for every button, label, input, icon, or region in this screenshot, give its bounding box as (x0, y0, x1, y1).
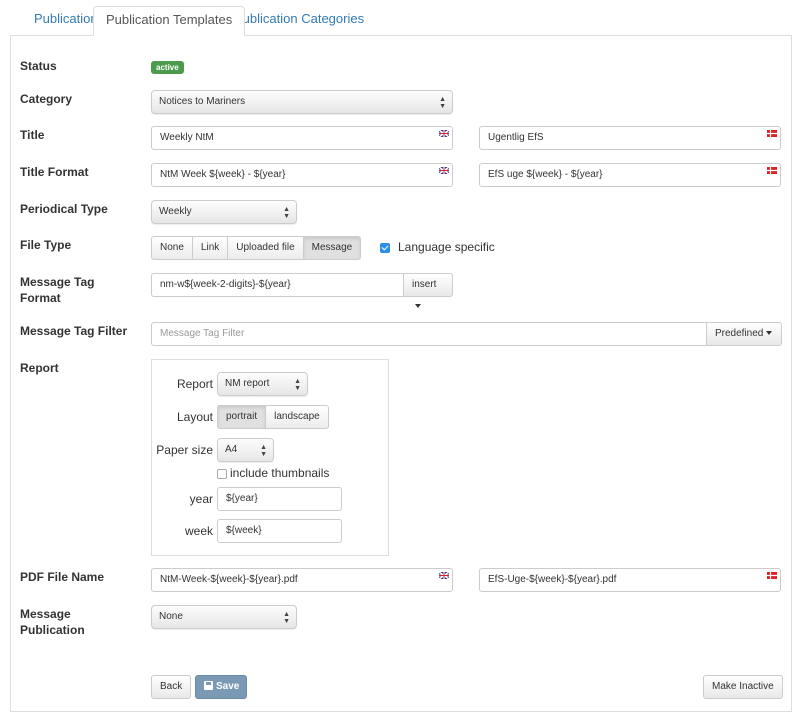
message-tag-format-label-line2: Format (20, 291, 61, 305)
week-label: week (184, 524, 213, 538)
make-inactive-button[interactable]: Make Inactive (703, 675, 783, 699)
title-format-da-value: EfS uge ${week} - ${year} (488, 169, 603, 180)
insert-label: insert (412, 279, 437, 290)
message-tag-filter-placeholder: Message Tag Filter (160, 328, 245, 339)
file-type-uploaded-file-button[interactable]: Uploaded file (227, 236, 304, 260)
uk-flag-icon (439, 167, 449, 174)
message-publication-value: None (159, 611, 183, 622)
message-tag-filter-label: Message Tag Filter (20, 324, 128, 338)
message-publication-label-line2: Publication (20, 623, 85, 637)
select-arrows-icon: ▲ ▼ (283, 206, 290, 220)
file-type-message-button[interactable]: Message (302, 236, 362, 260)
include-thumbnails-label: include thumbnails (230, 466, 330, 480)
file-type-link-button[interactable]: Link (191, 236, 229, 260)
periodical-type-label: Periodical Type (20, 202, 108, 216)
paper-size-value: A4 (225, 444, 238, 455)
tab-publication-templates[interactable]: Publication Templates (93, 6, 246, 36)
title-format-da-input[interactable]: EfS uge ${week} - ${year} (479, 163, 781, 187)
title-format-label: Title Format (20, 165, 89, 179)
message-publication-select[interactable]: None ▲ ▼ (151, 605, 297, 629)
status-badge: active (151, 61, 184, 74)
year-value: ${year} (226, 493, 258, 504)
title-en-input[interactable]: Weekly NtM (151, 126, 453, 150)
title-format-en-input[interactable]: NtM Week ${week} - ${year} (151, 163, 453, 187)
week-input[interactable]: ${week} (217, 519, 342, 543)
select-arrows-icon: ▲ ▼ (439, 96, 446, 110)
uk-flag-icon (439, 572, 449, 579)
status-label: Status (20, 59, 57, 73)
back-button[interactable]: Back (151, 675, 192, 699)
report-value: NM report (225, 378, 270, 389)
uk-flag-icon (439, 130, 449, 137)
predefined-dropdown-button[interactable]: Predefined (706, 322, 782, 346)
message-tag-format-label-line1: Message Tag (20, 275, 95, 289)
message-tag-format-input[interactable]: nm-w${week-2-digits}-${year} (151, 273, 404, 297)
report-select[interactable]: NM report ▲ ▼ (217, 372, 308, 396)
tab-publication-categories[interactable]: Publication Categories (222, 6, 376, 36)
danish-flag-icon (767, 167, 777, 174)
paper-size-label: Paper size (156, 443, 213, 457)
layout-portrait-button[interactable]: portrait (217, 405, 267, 429)
pdf-file-name-en-value: NtM-Week-${week}-${year}.pdf (160, 574, 298, 585)
select-arrows-icon: ▲ ▼ (260, 444, 267, 458)
report-section-label: Report (20, 361, 59, 375)
file-type-button-group: None Link Uploaded file Message (151, 236, 362, 260)
floppy-disk-icon (204, 681, 213, 690)
title-da-value: Ugentlig EfS (488, 132, 544, 143)
category-label: Category (20, 92, 73, 106)
paper-size-select[interactable]: A4 ▲ ▼ (217, 438, 274, 462)
select-arrows-icon: ▲ ▼ (294, 378, 301, 392)
language-specific-label: Language specific (398, 240, 495, 254)
pdf-file-name-en-input[interactable]: NtM-Week-${week}-${year}.pdf (151, 568, 453, 592)
layout-landscape-button[interactable]: landscape (265, 405, 329, 429)
caret-down-icon (766, 331, 773, 336)
layout-button-group: portrait landscape (217, 405, 329, 429)
category-value: Notices to Mariners (159, 96, 246, 107)
file-type-none-button[interactable]: None (151, 236, 193, 260)
save-button[interactable]: Save (195, 675, 247, 699)
predefined-label: Predefined (715, 328, 764, 339)
title-label: Title (20, 128, 45, 142)
week-value: ${week} (226, 525, 262, 536)
message-tag-format-value: nm-w${week-2-digits}-${year} (160, 279, 291, 290)
file-type-label: File Type (20, 238, 72, 252)
message-publication-label-line1: Message (20, 607, 71, 621)
year-input[interactable]: ${year} (217, 487, 342, 511)
periodical-type-select[interactable]: Weekly ▲ ▼ (151, 200, 297, 224)
message-tag-filter-input[interactable]: Message Tag Filter (151, 322, 707, 346)
title-en-value: Weekly NtM (160, 132, 214, 143)
title-da-input[interactable]: Ugentlig EfS (479, 126, 781, 150)
caret-down-icon (415, 304, 421, 309)
pdf-file-name-da-input[interactable]: EfS-Uge-${week}-${year}.pdf (479, 568, 781, 592)
report-label: Report (176, 377, 213, 391)
pdf-file-name-da-value: EfS-Uge-${week}-${year}.pdf (488, 574, 617, 585)
periodical-type-value: Weekly (159, 206, 192, 217)
category-select[interactable]: Notices to Mariners ▲ ▼ (151, 90, 453, 114)
danish-flag-icon (767, 130, 777, 137)
include-thumbnails-checkbox[interactable] (217, 469, 227, 479)
title-format-en-value: NtM Week ${week} - ${year} (160, 169, 286, 180)
pdf-file-name-label: PDF File Name (20, 570, 105, 584)
select-arrows-icon: ▲ ▼ (283, 611, 290, 625)
language-specific-checkbox[interactable] (380, 243, 390, 253)
insert-dropdown-button[interactable]: insert (403, 273, 453, 309)
danish-flag-icon (767, 572, 777, 579)
year-label: year (189, 492, 213, 506)
tab-bar: Publications Publication Templates Publi… (10, 0, 800, 36)
save-label: Save (216, 681, 240, 692)
layout-label: Layout (176, 410, 213, 424)
